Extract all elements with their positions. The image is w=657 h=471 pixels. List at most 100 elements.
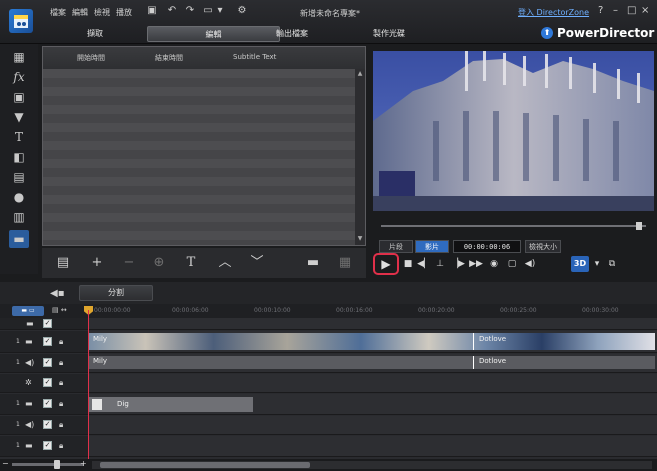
chevron-down-icon[interactable]: ▾ [590,257,604,271]
tab-create-disc[interactable]: 製作光碟 [354,26,424,42]
chapter-room-icon[interactable]: ▥ [9,208,29,226]
move-down-icon[interactable]: ﹀ [248,255,266,271]
fast-forward-icon[interactable]: ▶▶ [469,257,483,271]
time-ruler[interactable]: 00:00:00:00 00:00:06:00 00:00:10:00 00:0… [88,304,657,318]
undock-preview-icon[interactable]: ⧉ [605,257,619,271]
mark-in-icon[interactable]: ⊥ [433,257,447,271]
remove-subtitle-icon[interactable]: − [120,255,138,271]
tab-produce[interactable]: 輸出檔案 [254,26,330,42]
voice-over-icon[interactable]: ● [9,188,29,206]
lock-icon[interactable]: 🔒︎ [59,378,63,388]
subtitle-list-scrollbar[interactable]: ▲ ▼ [355,69,365,245]
track-row-music[interactable] [88,436,657,457]
track-enable-checkbox[interactable]: ✓ [43,441,52,450]
track-enable-checkbox[interactable]: ✓ [43,319,52,328]
audio-mix-room-icon[interactable]: ▤ [9,168,29,186]
subtitle-room-icon[interactable]: ▬ [9,230,29,248]
audio-clip[interactable]: Mily Dotlove [89,356,655,369]
zoom-in-icon[interactable]: + [80,459,87,468]
timeline-zoom-slider[interactable] [12,463,84,466]
video-clip[interactable]: Mily Dotlove [89,333,655,350]
export-subtitle-icon[interactable]: ▦ [336,255,354,271]
text-format-icon[interactable]: T [182,255,200,271]
scroll-down-icon[interactable]: ▼ [356,235,364,243]
timeline-scrollbar[interactable] [92,461,652,469]
chevron-down-icon[interactable]: ▾ [214,5,226,17]
menu-edit[interactable]: 編輯 [72,7,88,18]
undo-icon[interactable]: ↶ [166,5,178,17]
transition-room-icon[interactable]: ◧ [9,148,29,166]
scrubber-handle[interactable] [636,222,642,230]
track-row-video-1[interactable]: Mily Dotlove [88,331,657,353]
preview-scrubber[interactable] [373,222,654,230]
add-subtitle-icon[interactable]: + [88,255,106,271]
volume-icon[interactable]: ◀) [523,257,537,271]
column-start-time[interactable]: 開始時間 [77,53,105,63]
playhead[interactable] [88,310,89,465]
track-enable-checkbox[interactable]: ✓ [43,337,52,346]
track-enable-checkbox[interactable]: ✓ [43,358,52,367]
scroll-up-icon[interactable]: ▲ [356,70,364,78]
subtitle-list[interactable] [43,69,355,245]
column-subtitle-text[interactable]: Subtitle Text [233,53,276,61]
minimize-button[interactable]: – [613,5,618,16]
track-row-master[interactable] [88,318,657,330]
track-enable-checkbox[interactable]: ✓ [43,378,52,387]
lock-icon[interactable]: 🔒︎ [59,399,63,409]
track-enable-checkbox[interactable]: ✓ [43,399,52,408]
lock-icon[interactable]: 🔒︎ [59,358,63,368]
menu-play[interactable]: 播放 [116,7,132,18]
scrubber-track[interactable] [381,225,646,227]
external-display-icon[interactable]: ▢ [505,257,519,271]
merge-subtitle-icon[interactable]: ⊕ [150,255,168,271]
fx-room-icon[interactable]: fx [9,68,29,86]
maximize-button[interactable]: □ [627,5,636,16]
folder-icon[interactable]: ▬ [304,255,322,271]
title-room-icon[interactable]: T [9,128,29,146]
particle-room-icon[interactable]: ▼ [9,108,29,126]
view-size-button[interactable]: 檢視大小 [525,240,561,253]
track-row-voice[interactable] [88,416,657,435]
title-clip[interactable]: Dig [89,397,253,412]
zoom-slider-handle[interactable] [54,460,60,469]
preview-frame-image [373,51,654,211]
play-button[interactable]: ▶ [373,253,399,275]
track-row-title[interactable]: Dig [88,394,657,415]
previous-frame-icon[interactable]: ◀▏ [417,257,431,271]
column-end-time[interactable]: 結束時間 [155,53,183,63]
tab-capture[interactable]: 擷取 [60,26,130,42]
pip-room-icon[interactable]: ▣ [9,88,29,106]
media-room-icon[interactable]: ▦ [9,48,29,66]
gear-icon[interactable]: ⚙ [236,5,248,17]
stop-icon[interactable]: ■ [401,257,415,271]
lock-icon[interactable]: 🔒︎ [59,420,63,430]
snapshot-icon[interactable]: ◉ [487,257,501,271]
movie-mode-button[interactable]: 影片 [415,240,449,253]
track-row-audio-1[interactable]: Mily Dotlove [88,354,657,373]
menu-view[interactable]: 檢視 [94,7,110,18]
save-icon[interactable]: ▣ [146,5,158,17]
menu-file[interactable]: 檔案 [50,7,66,18]
next-frame-icon[interactable]: ▕▶ [451,257,465,271]
clip-mode-button[interactable]: 片段 [379,240,413,253]
help-button[interactable]: ? [598,5,603,16]
import-subtitle-icon[interactable]: ▤ [54,255,72,271]
insert-mode-icon[interactable]: ◀▪ [50,288,64,299]
lock-icon[interactable]: 🔒︎ [59,337,63,347]
split-button[interactable]: 分割 [79,285,153,301]
lock-icon[interactable]: 🔒︎ [59,441,63,451]
login-link[interactable]: 登入 DirectorZone [518,7,589,18]
close-button[interactable]: × [641,5,649,16]
track-enable-checkbox[interactable]: ✓ [43,420,52,429]
timeline-view-button[interactable]: ▬ ▭ [12,306,44,316]
3d-mode-button[interactable]: 3D [571,256,589,272]
move-up-icon[interactable]: ︿ [216,255,234,271]
scrollbar-thumb[interactable] [100,462,310,468]
track-row-fx[interactable] [88,374,657,393]
redo-icon[interactable]: ↷ [184,5,196,17]
zoom-out-icon[interactable]: − [2,459,9,468]
fit-timeline-icon[interactable]: ▤ ↔ [52,306,67,314]
preview-window[interactable] [373,51,654,211]
display-mode-icon[interactable]: ▭ [202,5,214,17]
timecode-display[interactable]: 00:00:00:06 [453,240,521,253]
